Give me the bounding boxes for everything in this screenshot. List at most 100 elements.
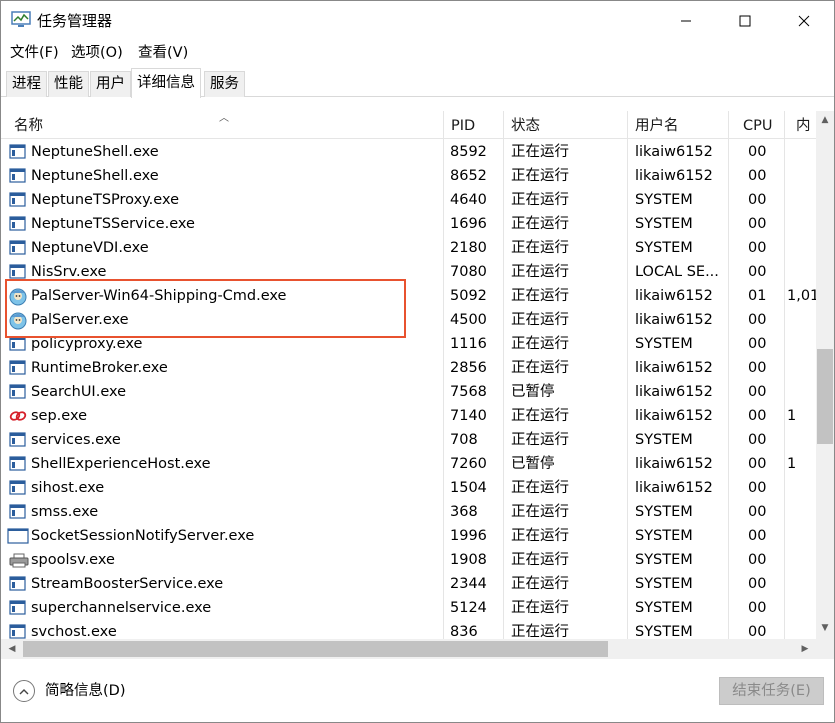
process-cpu: 00 <box>748 456 767 472</box>
process-cpu: 00 <box>748 312 767 328</box>
table-row[interactable]: svchost.exe 836 正在运行 SYSTEM 00 <box>1 620 816 639</box>
process-name: spoolsv.exe <box>31 552 115 568</box>
table-row[interactable]: StreamBoosterService.exe 2344 正在运行 SYSTEM 00 <box>1 572 816 596</box>
scrollbar-corner <box>816 639 834 659</box>
fewer-details-button[interactable]: 简略信息(D) <box>13 680 125 702</box>
process-name: NeptuneVDI.exe <box>31 240 149 256</box>
table-row[interactable]: superchannelservice.exe 5124 正在运行 SYSTEM 00 <box>1 596 816 620</box>
process-name: svchost.exe <box>31 624 117 639</box>
exe-icon <box>9 336 27 352</box>
process-status: 正在运行 <box>511 336 569 352</box>
process-cpu: 00 <box>748 264 767 280</box>
table-row[interactable]: smss.exe 368 正在运行 SYSTEM 00 <box>1 500 816 524</box>
process-pid: 1996 <box>450 528 487 544</box>
process-name: smss.exe <box>31 504 99 520</box>
title-bar[interactable]: 任务管理器 <box>1 1 834 41</box>
process-user: SYSTEM <box>635 624 693 639</box>
process-user: likaiw6152 <box>635 480 713 496</box>
column-header-name[interactable]: 名称 <box>14 117 43 135</box>
exe-icon <box>9 480 27 496</box>
table-row[interactable]: NeptuneTSService.exe 1696 正在运行 SYSTEM 00 <box>1 212 816 236</box>
column-header-cpu[interactable]: CPU <box>743 117 772 135</box>
process-status: 正在运行 <box>511 168 569 184</box>
process-user: SYSTEM <box>635 432 693 448</box>
column-header-pid[interactable]: PID <box>451 117 475 135</box>
process-user: likaiw6152 <box>635 360 713 376</box>
scroll-right-icon[interactable]: ▶ <box>796 640 814 658</box>
process-cpu: 00 <box>748 168 767 184</box>
process-status: 正在运行 <box>511 528 569 544</box>
exe-icon <box>9 264 27 280</box>
exe-icon <box>9 240 27 256</box>
process-status: 正在运行 <box>511 240 569 256</box>
column-header-user[interactable]: 用户名 <box>635 117 679 135</box>
process-pid: 5092 <box>450 288 487 304</box>
end-task-button[interactable]: 结束任务(E) <box>719 677 824 705</box>
exe-icon <box>9 192 27 208</box>
process-user: SYSTEM <box>635 216 693 232</box>
table-row[interactable]: NeptuneVDI.exe 2180 正在运行 SYSTEM 00 <box>1 236 816 260</box>
process-user: SYSTEM <box>635 600 693 616</box>
maximize-icon <box>739 15 751 27</box>
table-row[interactable]: ShellExperienceHost.exe 7260 已暂停 likaiw6152… <box>1 452 816 476</box>
process-user: SYSTEM <box>635 576 693 592</box>
table-row[interactable]: NeptuneShell.exe 8652 正在运行 likaiw6152 00 <box>1 164 816 188</box>
process-user: SYSTEM <box>635 528 693 544</box>
vertical-scrollbar[interactable]: ▲ ▼ <box>816 111 834 639</box>
table-row[interactable]: sihost.exe 1504 正在运行 likaiw6152 00 <box>1 476 816 500</box>
tab-users[interactable]: 用户 <box>90 71 131 97</box>
process-cpu: 00 <box>748 432 767 448</box>
horizontal-scroll-thumb[interactable] <box>23 641 608 657</box>
process-name: services.exe <box>31 432 121 448</box>
exe-icon <box>9 144 27 160</box>
scroll-down-icon[interactable]: ▼ <box>816 619 834 637</box>
table-row[interactable]: NeptuneShell.exe 8592 正在运行 likaiw6152 00 <box>1 140 816 164</box>
window-icon <box>7 528 29 544</box>
table-row[interactable]: spoolsv.exe 1908 正在运行 SYSTEM 00 <box>1 548 816 572</box>
process-cpu: 00 <box>748 240 767 256</box>
table-row[interactable]: NeptuneTSProxy.exe 4640 正在运行 SYSTEM 00 <box>1 188 816 212</box>
highlight-box <box>5 279 406 338</box>
column-header-status[interactable]: 状态 <box>511 117 540 135</box>
process-user: SYSTEM <box>635 504 693 520</box>
scroll-left-icon[interactable]: ◀ <box>3 640 21 658</box>
table-row[interactable]: RuntimeBroker.exe 2856 正在运行 likaiw6152 00 <box>1 356 816 380</box>
close-button[interactable] <box>774 1 834 41</box>
maximize-button[interactable] <box>715 1 775 41</box>
table-row[interactable]: sep.exe 7140 正在运行 likaiw6152 00 1 <box>1 404 816 428</box>
minimize-button[interactable] <box>656 1 716 41</box>
tab-performance[interactable]: 性能 <box>48 71 89 97</box>
menu-view[interactable]: 查看(V) <box>138 43 188 63</box>
exe-icon <box>9 168 27 184</box>
process-pid: 7260 <box>450 456 487 472</box>
process-status: 正在运行 <box>511 408 569 424</box>
tab-services[interactable]: 服务 <box>204 71 245 97</box>
process-cpu: 00 <box>748 216 767 232</box>
process-user: SYSTEM <box>635 336 693 352</box>
window-title: 任务管理器 <box>37 12 113 30</box>
process-pid: 1504 <box>450 480 487 496</box>
process-status: 正在运行 <box>511 192 569 208</box>
menu-file[interactable]: 文件(F) <box>10 43 59 63</box>
menu-options[interactable]: 选项(O) <box>71 43 123 63</box>
tab-details[interactable]: 详细信息 <box>131 68 201 98</box>
table-row[interactable]: services.exe 708 正在运行 SYSTEM 00 <box>1 428 816 452</box>
process-status: 正在运行 <box>511 144 569 160</box>
table-row[interactable]: SearchUI.exe 7568 已暂停 likaiw6152 00 <box>1 380 816 404</box>
process-user: likaiw6152 <box>635 312 713 328</box>
process-memory: 1 <box>787 456 797 472</box>
column-header-memory[interactable]: 内 <box>796 117 811 135</box>
scroll-up-icon[interactable]: ▲ <box>816 111 834 129</box>
exe-icon <box>9 504 27 520</box>
process-pid: 2344 <box>450 576 487 592</box>
process-cpu: 00 <box>748 600 767 616</box>
process-pid: 8652 <box>450 168 487 184</box>
process-cpu: 00 <box>748 552 767 568</box>
tab-processes[interactable]: 进程 <box>6 71 47 97</box>
vertical-scroll-thumb[interactable] <box>817 349 833 444</box>
process-memory: 1 <box>787 408 797 424</box>
table-row[interactable]: SocketSessionNotifyServer.exe 1996 正在运行 SYS… <box>1 524 816 548</box>
process-status: 正在运行 <box>511 288 569 304</box>
horizontal-scrollbar[interactable]: ◀ ▶ <box>1 639 816 659</box>
process-user: likaiw6152 <box>635 168 713 184</box>
